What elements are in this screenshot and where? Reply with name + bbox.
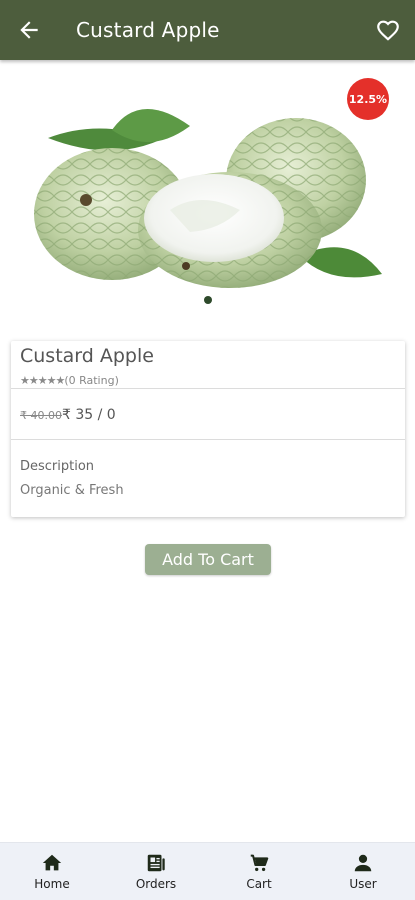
nav-label-orders: Orders: [135, 877, 177, 891]
divider: [11, 439, 405, 440]
add-to-cart-button[interactable]: Add To Cart: [145, 544, 271, 575]
nav-home[interactable]: Home: [12, 843, 92, 900]
nav-label-user: User: [349, 877, 377, 891]
description-text: Organic & Fresh: [20, 483, 124, 498]
product-details-card: Custard Apple ★★★★★(0 Rating) ₹ 40.00 ₹ 3…: [11, 341, 405, 517]
orders-icon: [147, 854, 165, 872]
heart-outline-icon[interactable]: [375, 17, 401, 43]
home-icon: [42, 854, 62, 871]
rating-stars: ★★★★★: [20, 374, 65, 387]
page-title: Custard Apple: [76, 18, 220, 42]
nav-label-cart: Cart: [246, 877, 272, 891]
carousel-indicator[interactable]: [204, 296, 212, 304]
arrow-left-icon[interactable]: [16, 17, 42, 43]
product-name: Custard Apple: [20, 345, 154, 367]
nav-user[interactable]: User: [323, 843, 403, 900]
discount-badge: 12.5%: [347, 78, 389, 120]
product-rating: ★★★★★(0 Rating): [20, 374, 119, 387]
current-price: ₹ 35 / 0: [62, 407, 116, 423]
user-icon: [354, 854, 372, 872]
cart-icon: [250, 854, 269, 872]
rating-count: (0 Rating): [64, 374, 119, 387]
divider: [11, 388, 405, 389]
bottom-navigation: Home Orders Cart User: [0, 842, 415, 900]
price-row: ₹ 40.00 ₹ 35 / 0: [20, 407, 116, 423]
nav-label-home: Home: [34, 877, 70, 891]
nav-cart[interactable]: Cart: [219, 843, 299, 900]
old-price: ₹ 40.00: [20, 409, 62, 422]
description-label: Description: [20, 459, 95, 474]
app-bar: Custard Apple: [0, 0, 415, 60]
nav-orders[interactable]: Orders: [116, 843, 196, 900]
